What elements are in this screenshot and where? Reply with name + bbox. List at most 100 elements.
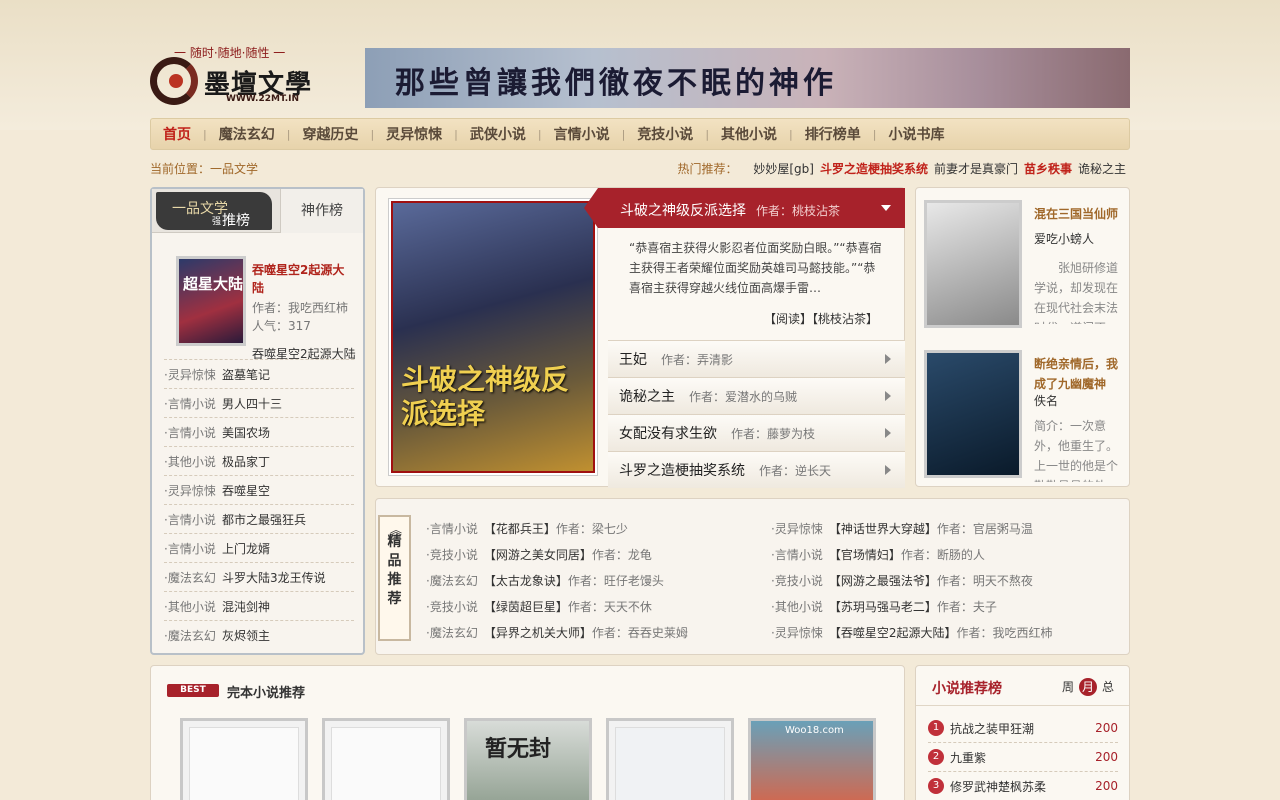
quality-list-item[interactable]: ·魔法玄幻 【太古龙象诀】 作者：旺仔老馒头 xyxy=(426,567,766,593)
quality-item-author: 作者：断肠的人 xyxy=(900,547,985,562)
nav-item[interactable]: 灵异惊悚 xyxy=(386,124,442,144)
ranking-list-item[interactable]: ·灵异惊悚 吞噬星空 xyxy=(164,475,354,504)
quality-list-item[interactable]: ·言情小说 【官场情妇】 作者：断肠的人 xyxy=(771,541,1111,567)
side-feature-title[interactable]: 混在三国当仙师 xyxy=(1034,204,1122,224)
quality-list-item[interactable]: ·魔法玄幻 【异界之机关大师】 作者：吞吞史莱姆 xyxy=(426,619,766,645)
quality-item-title[interactable]: 【异界之机关大师】 xyxy=(484,624,592,641)
ranking-tab[interactable]: 周 xyxy=(1059,678,1077,696)
nav-item[interactable]: 小说书库 xyxy=(888,124,944,144)
side-feature-desc: 简介：一次意外，他重生了。上一世的他是个勤勤恳恳的外… xyxy=(1034,419,1119,482)
ranking-item-category: ·其他小说 xyxy=(164,454,216,469)
site-logo[interactable]: 一 随时·随地·随性 一 墨壇文學 WWW.22MT.IN xyxy=(150,42,350,110)
ranking-row[interactable]: 2 九重紫 200 xyxy=(928,743,1118,772)
hot-recommend-link[interactable]: 诡秘之主 xyxy=(1078,162,1126,176)
ranking-row[interactable]: 3 修罗武神楚枫苏柔 200 xyxy=(928,772,1118,800)
ranking-list-item[interactable]: ·灵异惊悚 盗墓笔记 xyxy=(164,359,354,388)
ranking-item-title[interactable]: 灰烬领主 xyxy=(222,627,270,644)
ranking-list-item[interactable]: ·其他小说 极品家丁 xyxy=(164,446,354,475)
nav-item[interactable]: 武侠小说 xyxy=(470,124,526,144)
quality-list-item[interactable]: ·竞技小说 【绿茵超巨星】 作者：天天不休 xyxy=(426,593,766,619)
ranking-book-title[interactable]: 修罗武神楚枫苏柔 xyxy=(950,778,1095,795)
quality-item-title[interactable]: 【花都兵王】 xyxy=(484,520,556,537)
headline-list-item[interactable]: 斗罗之造梗抽奖系统 作者：逆长天 xyxy=(608,451,905,488)
quality-item-title[interactable]: 【官场情妇】 xyxy=(829,546,901,563)
ranking-item-title[interactable]: 都市之最强狂兵 xyxy=(222,511,306,528)
side-feature-cover[interactable] xyxy=(924,350,1022,478)
ranking-item-title[interactable]: 上门龙婿 xyxy=(222,540,270,557)
nav-item[interactable]: 穿越历史 xyxy=(302,124,358,144)
ranking-item-title[interactable]: 斗罗大陆3龙王传说 xyxy=(222,569,326,586)
quality-item-title[interactable]: 【网游之最强法爷】 xyxy=(829,572,937,589)
tab-masterpiece-ranking[interactable]: 神作榜 xyxy=(280,189,363,233)
quality-item-title[interactable]: 【太古龙象诀】 xyxy=(484,572,568,589)
ranking-list-item[interactable]: ·魔法玄幻 斗罗大陆3龙王传说 xyxy=(164,562,354,591)
headline-list-item[interactable]: 女配没有求生欲 作者：藤萝为枝 xyxy=(608,414,905,451)
ranking-item-title[interactable]: 盗墓笔记 xyxy=(222,366,270,383)
quality-list-item[interactable]: ·灵异惊悚 【吞噬星空2起源大陆】 作者：我吃西红柿 xyxy=(771,619,1111,645)
ranking-item-title[interactable]: 极品家丁 xyxy=(222,453,270,470)
quality-list-item[interactable]: ·灵异惊悚 【神话世界大穿越】 作者：官居粥马温 xyxy=(771,515,1111,541)
quality-item-title[interactable]: 【吞噬星空2起源大陆】 xyxy=(829,624,957,641)
quality-item-title[interactable]: 【绿茵超巨星】 xyxy=(484,598,568,615)
ranking-item-title[interactable]: 男人四十三 xyxy=(222,395,282,412)
headline-book-cover[interactable]: 斗破之神级反派选择 xyxy=(388,198,598,476)
ranking-item-title[interactable]: 混沌剑神 xyxy=(222,598,270,615)
headline-book-header[interactable]: 斗破之神级反派选择 作者：桃枝沾茶 xyxy=(584,188,905,228)
headline-list-item[interactable]: 王妃 作者：弄清影 xyxy=(608,340,905,377)
ranking-book-title[interactable]: 九重紫 xyxy=(950,749,1095,766)
quality-recommend-char: 推 xyxy=(387,572,402,588)
nav-item[interactable]: 排行榜单 xyxy=(805,124,861,144)
nav-item[interactable]: 其他小说 xyxy=(721,124,777,144)
completed-novels-box: BEST 完本小说推荐 暂无封 Woo18.com xyxy=(150,665,905,800)
hot-recommend-link[interactable]: 苗乡秩事 xyxy=(1024,162,1072,176)
side-feature-title[interactable]: 断绝亲情后，我成了九幽魔神 xyxy=(1034,354,1122,394)
completed-book-cover[interactable]: 暂无封 xyxy=(464,718,592,800)
ranking-list-item[interactable]: ·言情小说 都市之最强狂兵 xyxy=(164,504,354,533)
header-banner[interactable]: 那些曾讓我們徹夜不眠的神作 xyxy=(365,48,1130,108)
completed-book-cover[interactable] xyxy=(322,718,450,800)
ranking-list-item[interactable]: ·言情小说 男人四十三 xyxy=(164,388,354,417)
quality-list-item[interactable]: ·竞技小说 【网游之最强法爷】 作者：明天不熬夜 xyxy=(771,567,1111,593)
ranking-row[interactable]: 1 抗战之装甲狂潮 200 xyxy=(928,714,1118,743)
quality-item-author: 作者：天天不休 xyxy=(567,599,652,614)
ranking-list-item[interactable]: ·言情小说 美国农场 xyxy=(164,417,354,446)
featured-book-cover[interactable]: 超星大陆 xyxy=(176,256,246,346)
nav-item[interactable]: 首页 xyxy=(163,124,191,144)
headline-feature-box: 斗破之神级反派选择 斗破之神级反派选择 作者：桃枝沾茶 “恭喜宿主获得火影忍者位… xyxy=(375,187,905,488)
nav-item[interactable]: 魔法玄幻 xyxy=(219,124,275,144)
ranking-list-item[interactable]: ·其他小说 混沌剑神 xyxy=(164,591,354,620)
ranking-list-item[interactable]: ·言情小说 上门龙婿 xyxy=(164,533,354,562)
nav-item[interactable]: 言情小说 xyxy=(554,124,610,144)
quality-item-title[interactable]: 【网游之美女同居】 xyxy=(484,546,592,563)
ranking-tab[interactable]: 月 xyxy=(1079,678,1097,696)
quality-item-title[interactable]: 【神话世界大穿越】 xyxy=(829,520,937,537)
tab-strong-recommend[interactable]: 一品文学 强 推榜 xyxy=(156,192,272,230)
headline-item-title: 诡秘之主 xyxy=(619,389,675,405)
side-feature-cover[interactable] xyxy=(924,200,1022,328)
quality-list-item[interactable]: ·言情小说 【花都兵王】 作者：梁七少 xyxy=(426,515,766,541)
side-feature-box: 混在三国当仙师爱吃小螃人张旭研修道学说，却发现在在现代社会末法时代，道门不… 断绝… xyxy=(915,187,1130,487)
headline-list-item[interactable]: 诡秘之主 作者：爱潜水的乌贼 xyxy=(608,377,905,414)
completed-book-cover[interactable]: Woo18.com xyxy=(748,718,876,800)
quality-item-title[interactable]: 【苏玥马强马老二】 xyxy=(829,598,937,615)
ranking-book-title[interactable]: 抗战之装甲狂潮 xyxy=(950,720,1095,737)
featured-book-cover-text: 超星大陆 xyxy=(183,275,244,293)
nav-item[interactable]: 竞技小说 xyxy=(637,124,693,144)
ranking-item-category: ·其他小说 xyxy=(164,599,216,614)
hot-recommend-link[interactable]: 斗罗之造梗抽奖系统 xyxy=(820,162,928,176)
headline-book-desc: “恭喜宿主获得火影忍者位面奖励白眼。”“恭喜宿主获得王者荣耀位面奖励英雄司马懿技… xyxy=(629,241,882,295)
quality-list-item[interactable]: ·其他小说 【苏玥马强马老二】 作者：夫子 xyxy=(771,593,1111,619)
headline-book-links[interactable]: 【阅读】【桃枝沾茶】 xyxy=(764,310,878,327)
completed-book-cover[interactable] xyxy=(180,718,308,800)
hot-recommend-link[interactable]: 前妻才是真豪门 xyxy=(934,162,1018,176)
ranking-item-title[interactable]: 美国农场 xyxy=(222,424,270,441)
ranking-tab[interactable]: 总 xyxy=(1099,678,1117,696)
ranking-list-item[interactable]: ·魔法玄幻 灰烬领主 xyxy=(164,620,354,649)
ranking-item-title[interactable]: 吞噬星空 xyxy=(222,482,270,499)
hot-recommend-link[interactable]: 妙妙屋[gb] xyxy=(753,162,814,176)
completed-book-cover[interactable] xyxy=(606,718,734,800)
quality-list-item[interactable]: ·竞技小说 【网游之美女同居】 作者：龙龟 xyxy=(426,541,766,567)
quality-recommend-char: 精 xyxy=(387,534,402,550)
featured-book-title[interactable]: 吞噬星空2起源大陆 xyxy=(252,261,356,297)
quality-item-author: 作者：旺仔老馒头 xyxy=(567,573,664,588)
